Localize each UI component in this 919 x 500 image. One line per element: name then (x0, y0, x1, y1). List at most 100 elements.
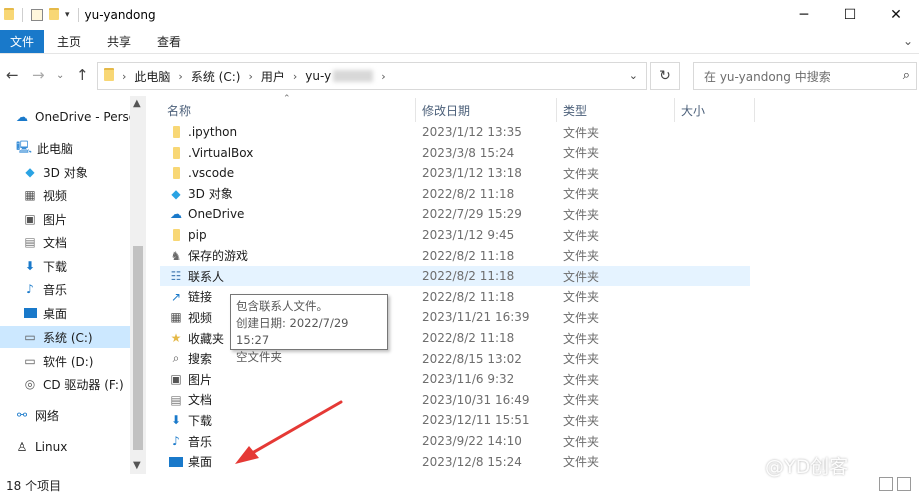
tab-view[interactable]: 查看 (144, 30, 194, 53)
properties-icon[interactable] (31, 9, 43, 21)
file-type: 文件夹 (563, 372, 600, 387)
download-icon: ⬇ (170, 413, 182, 428)
nav-item-downloads[interactable]: ⬇ 下载 (22, 255, 145, 277)
nav-item-onedrive[interactable]: ☁ OneDrive - Perso (14, 106, 144, 128)
folder-icon (168, 227, 184, 243)
file-date: 2023/1/12 9:45 (422, 228, 515, 242)
tab-file[interactable]: 文件 (0, 30, 45, 53)
network-icon: ⚯ (16, 408, 28, 422)
file-row[interactable]: ▣ 图片 2023/11/6 9:32 文件夹 (160, 369, 750, 389)
nav-item-cd-drive-f[interactable]: ◎ CD 驱动器 (F:) (22, 373, 145, 395)
search-input[interactable]: 在 yu-yandong 中搜索 ⌕ (693, 62, 917, 90)
back-button[interactable]: ← (6, 66, 19, 84)
file-row[interactable]: .VirtualBox 2023/3/8 15:24 文件夹 (160, 143, 750, 163)
address-dropdown-icon[interactable]: ⌄ (629, 69, 638, 82)
nav-item-system-c[interactable]: ▭ 系统 (C:) (0, 326, 130, 348)
download-icon: ⬇ (24, 259, 36, 273)
file-row[interactable]: ☁ OneDrive 2022/7/29 15:29 文件夹 (160, 204, 750, 224)
file-date: 2023/3/8 15:24 (422, 145, 515, 160)
file-row[interactable]: ☷ 联系人 2022/8/2 11:18 文件夹 (160, 266, 750, 287)
column-header-size[interactable]: 大小 (674, 98, 754, 122)
breadcrumb-users[interactable]: 用户 (261, 68, 285, 85)
recent-locations-chevron-icon[interactable]: ⌄ (56, 70, 64, 81)
chevron-right-icon: › (248, 69, 253, 83)
tab-home[interactable]: 主页 (44, 30, 94, 53)
nav-item-software-d[interactable]: ▭ 软件 (D:) (22, 350, 145, 372)
file-name: 音乐 (188, 434, 213, 449)
document-icon: ▤ (24, 235, 36, 249)
breadcrumb-user[interactable]: yu-y (305, 69, 331, 83)
music-icon: ♪ (26, 282, 34, 296)
file-row[interactable]: ◆ 3D 对象 2022/8/2 11:18 文件夹 (160, 184, 750, 204)
scroll-down-icon[interactable]: ▼ (133, 460, 141, 471)
nav-pane-scrollbar[interactable]: ▲ ▼ (130, 96, 146, 474)
address-bar[interactable]: › 此电脑 › 系统 (C:) › 用户 › yu-y › ⌄ (97, 62, 647, 90)
file-name-cell: ↗ 链接 (168, 288, 212, 305)
cloud-icon: ☁ (16, 110, 28, 124)
breadcrumb-this-pc[interactable]: 此电脑 (134, 68, 170, 85)
details-view-icon[interactable] (879, 477, 893, 491)
nav-item-pictures[interactable]: ▣ 图片 (22, 208, 145, 230)
file-type: 文件夹 (563, 249, 600, 264)
file-row[interactable]: ♞ 保存的游戏 2022/8/2 11:18 文件夹 (160, 246, 750, 266)
folder-icon (4, 7, 14, 23)
file-name: 桌面 (188, 455, 213, 470)
item-count: 18 个项目 (6, 478, 62, 493)
divider (22, 8, 23, 22)
linux-icon: ♙ (16, 440, 28, 454)
navigation-pane: ☁ OneDrive - Perso 🖳 此电脑 ◆ 3D 对象 ▦ 视频 ▣ … (0, 96, 145, 474)
file-row[interactable]: .vscode 2023/1/12 13:18 文件夹 (160, 163, 750, 183)
tooltip: 包含联系人文件。 创建日期: 2022/7/29 15:27 空文件夹 (230, 294, 388, 364)
nav-item-label: OneDrive - Perso (35, 110, 137, 124)
column-header-name[interactable]: 名称 (160, 98, 415, 122)
refresh-button[interactable]: ↻ (650, 62, 680, 90)
close-button[interactable]: ✕ (873, 0, 919, 30)
scroll-up-icon[interactable]: ▲ (133, 98, 141, 109)
nav-item-label: 音乐 (43, 282, 68, 297)
breadcrumb-system-c[interactable]: 系统 (C:) (191, 68, 241, 85)
nav-item-label: CD 驱动器 (F:) (43, 377, 124, 392)
file-name-cell: ☁ OneDrive (168, 206, 244, 222)
column-header-type[interactable]: 类型 (556, 98, 674, 122)
watermark: @YD创客 (765, 456, 849, 478)
drive-icon: ▭ (24, 330, 36, 344)
column-divider[interactable] (754, 98, 755, 122)
file-type: 文件夹 (563, 393, 600, 408)
file-row[interactable]: .ipython 2023/1/12 13:35 文件夹 (160, 122, 750, 142)
nav-item-music[interactable]: ♪ 音乐 (22, 278, 145, 300)
desktop-icon (22, 305, 38, 321)
file-row[interactable]: pip 2023/1/12 9:45 文件夹 (160, 225, 750, 245)
forward-button[interactable]: → (32, 66, 45, 84)
nav-item-documents[interactable]: ▤ 文档 (22, 231, 145, 253)
file-name: 联系人 (188, 269, 225, 284)
customize-toolbar-icon[interactable]: ▾ (65, 10, 70, 20)
minimize-button[interactable]: ─ (781, 0, 827, 30)
nav-item-3d-objects[interactable]: ◆ 3D 对象 (22, 161, 145, 183)
nav-item-videos[interactable]: ▦ 视频 (22, 184, 145, 206)
file-type: 文件夹 (563, 434, 600, 449)
maximize-button[interactable]: ☐ (827, 0, 873, 30)
tooltip-line: 空文件夹 (236, 350, 282, 364)
nav-item-this-pc[interactable]: 🖳 此电脑 (16, 137, 145, 159)
file-type: 文件夹 (563, 207, 600, 222)
file-type: 文件夹 (563, 228, 600, 243)
nav-item-label: 3D 对象 (43, 165, 88, 180)
file-name-cell: .VirtualBox (168, 145, 253, 161)
redaction-blur (333, 70, 374, 82)
music-icon: ♪ (172, 434, 180, 448)
file-name-cell: ⌕ 搜索 (168, 350, 212, 367)
nav-item-linux[interactable]: ♙ Linux (14, 436, 144, 458)
large-icons-view-icon[interactable] (897, 477, 911, 491)
nav-item-network[interactable]: ⚯ 网络 (14, 404, 144, 426)
file-name-cell: ♪ 音乐 (168, 433, 212, 450)
nav-item-desktop[interactable]: 桌面 (22, 302, 145, 324)
tooltip-line: 包含联系人文件。 (236, 299, 328, 313)
new-folder-icon[interactable] (49, 7, 59, 23)
column-header-date[interactable]: 修改日期 (415, 98, 556, 122)
tab-share[interactable]: 共享 (94, 30, 144, 53)
cd-drive-icon: ◎ (24, 377, 36, 391)
file-type: 文件夹 (563, 125, 600, 140)
up-button[interactable]: ↑ (76, 66, 89, 84)
expand-ribbon-icon[interactable]: ⌄ (903, 34, 913, 48)
scrollbar-thumb[interactable] (133, 246, 143, 450)
